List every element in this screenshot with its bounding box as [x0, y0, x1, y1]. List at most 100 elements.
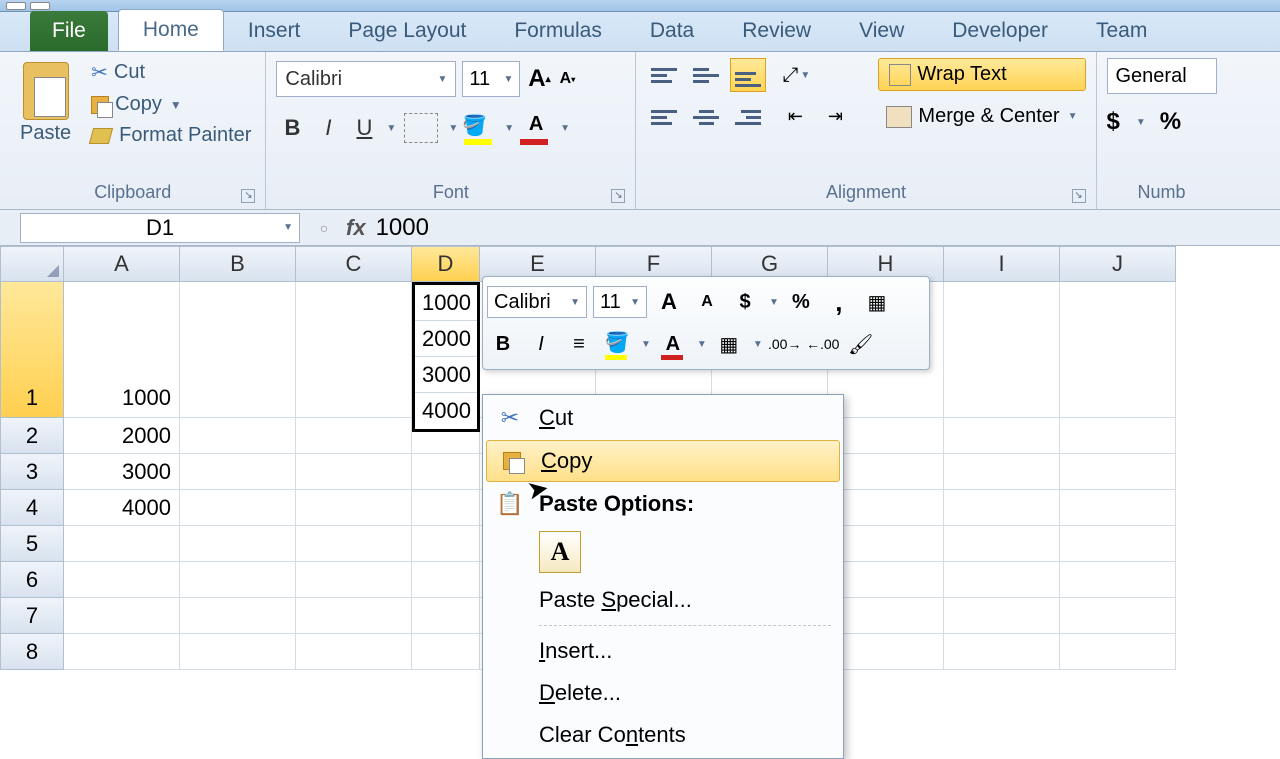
cell-a1[interactable]: 1000	[64, 282, 180, 418]
mini-format-cells[interactable]: ▦	[861, 286, 893, 318]
fx-icon[interactable]: fx	[346, 215, 366, 241]
chevron-down-icon[interactable]: ▼	[504, 123, 514, 134]
cell-c4[interactable]	[296, 490, 412, 526]
col-header-i[interactable]: I	[944, 246, 1060, 282]
cell[interactable]	[1060, 598, 1176, 634]
cell-h2[interactable]	[828, 418, 944, 454]
tab-review[interactable]: Review	[718, 11, 835, 51]
cell-i2[interactable]	[944, 418, 1060, 454]
copy-button[interactable]: Copy ▼	[87, 91, 255, 118]
wrap-text-button[interactable]: Wrap Text	[878, 58, 1085, 91]
mini-percent[interactable]: %	[785, 286, 817, 318]
ctx-paste-special[interactable]: Paste Special...	[485, 579, 841, 621]
cell[interactable]	[180, 562, 296, 598]
shrink-font-button[interactable]: A▾	[554, 63, 580, 95]
font-color-button[interactable]: A	[518, 113, 554, 143]
increase-indent-button[interactable]: ⇥	[818, 100, 852, 132]
selection-d1-d4[interactable]: 1000 2000 3000 4000	[412, 282, 480, 432]
row-header-3[interactable]: 3	[0, 454, 64, 490]
cell-d3-value[interactable]: 3000	[415, 357, 477, 393]
underline-button[interactable]: U	[348, 111, 380, 145]
cell-j4[interactable]	[1060, 490, 1176, 526]
cell[interactable]	[180, 634, 296, 670]
cell-j3[interactable]	[1060, 454, 1176, 490]
ctx-delete[interactable]: Delete...	[485, 672, 841, 714]
cell[interactable]	[64, 634, 180, 670]
row-header-2[interactable]: 2	[0, 418, 64, 454]
font-size-select[interactable]: 11 ▼	[462, 61, 520, 97]
orientation-button[interactable]: ⤢▼	[778, 58, 812, 92]
bold-button[interactable]: B	[276, 111, 308, 145]
ctx-cut[interactable]: ✂ Cut	[485, 397, 841, 439]
tab-home[interactable]: Home	[118, 9, 224, 51]
align-middle-button[interactable]	[688, 58, 724, 92]
row-header-7[interactable]: 7	[0, 598, 64, 634]
mini-decrease-decimal[interactable]: ←.00	[807, 328, 839, 360]
align-left-button[interactable]	[646, 100, 682, 134]
cell-d3[interactable]	[412, 454, 480, 490]
cell[interactable]	[1060, 562, 1176, 598]
cell[interactable]	[412, 526, 480, 562]
col-header-a[interactable]: A	[64, 246, 180, 282]
paste-button[interactable]: Paste	[10, 58, 81, 180]
mini-grow-font[interactable]: A	[653, 286, 685, 318]
row-header-5[interactable]: 5	[0, 526, 64, 562]
align-top-button[interactable]	[646, 58, 682, 92]
cell[interactable]	[944, 526, 1060, 562]
cell-b3[interactable]	[180, 454, 296, 490]
cell-c1[interactable]	[296, 282, 412, 418]
cell-b1[interactable]	[180, 282, 296, 418]
cell-d4[interactable]	[412, 490, 480, 526]
cell[interactable]	[296, 598, 412, 634]
col-header-b[interactable]: B	[180, 246, 296, 282]
cell[interactable]	[296, 562, 412, 598]
cell-j2[interactable]	[1060, 418, 1176, 454]
cell-a3[interactable]: 3000	[64, 454, 180, 490]
col-header-j[interactable]: J	[1060, 246, 1176, 282]
fill-color-button[interactable]: 🪣	[462, 113, 498, 143]
row-header-4[interactable]: 4	[0, 490, 64, 526]
row-header-1[interactable]: 1	[0, 282, 64, 418]
col-header-c[interactable]: C	[296, 246, 412, 282]
ctx-clear-contents[interactable]: Clear Contents	[485, 714, 841, 756]
mini-increase-decimal[interactable]: .00→	[769, 328, 801, 360]
mini-comma[interactable]: ,	[823, 286, 855, 318]
name-box[interactable]: D1 ▼	[20, 213, 300, 243]
dialog-launcher-icon[interactable]: ↘	[241, 189, 255, 203]
cell[interactable]	[64, 526, 180, 562]
cell[interactable]	[944, 598, 1060, 634]
merge-center-button[interactable]: Merge & Center ▼	[878, 101, 1085, 132]
tab-data[interactable]: Data	[626, 11, 718, 51]
cell-i4[interactable]	[944, 490, 1060, 526]
cell-c2[interactable]	[296, 418, 412, 454]
cell-i3[interactable]	[944, 454, 1060, 490]
mini-fill-color[interactable]: 🪣	[601, 328, 633, 360]
worksheet-grid[interactable]: A B C D E F G H I J 1 1000 2 2000	[0, 246, 1280, 670]
cell-a4[interactable]: 4000	[64, 490, 180, 526]
cell-d1-value[interactable]: 1000	[415, 285, 477, 321]
cell[interactable]	[180, 526, 296, 562]
cell[interactable]	[180, 598, 296, 634]
cell[interactable]	[412, 598, 480, 634]
mini-align-center[interactable]: ≡	[563, 328, 595, 360]
cell[interactable]	[1060, 526, 1176, 562]
chevron-down-icon[interactable]: ▼	[386, 123, 396, 134]
cancel-formula-button[interactable]: ○	[310, 215, 338, 241]
tab-developer[interactable]: Developer	[928, 11, 1072, 51]
cell[interactable]	[1060, 634, 1176, 670]
cut-button[interactable]: ✂ Cut	[87, 58, 255, 87]
cell-d4-value[interactable]: 4000	[415, 393, 477, 429]
row-header-6[interactable]: 6	[0, 562, 64, 598]
format-painter-button[interactable]: Format Painter	[87, 122, 255, 149]
mini-currency[interactable]: $	[729, 286, 761, 318]
percent-button[interactable]: %	[1160, 108, 1181, 136]
cell-d2-value[interactable]: 2000	[415, 321, 477, 357]
cell[interactable]	[828, 634, 944, 670]
italic-button[interactable]: I	[312, 111, 344, 145]
cell-j1[interactable]	[1060, 282, 1176, 418]
cell-c3[interactable]	[296, 454, 412, 490]
chevron-down-icon[interactable]: ▼	[448, 123, 458, 134]
cell[interactable]	[64, 598, 180, 634]
dialog-launcher-icon[interactable]: ↘	[611, 189, 625, 203]
cell[interactable]	[412, 634, 480, 670]
